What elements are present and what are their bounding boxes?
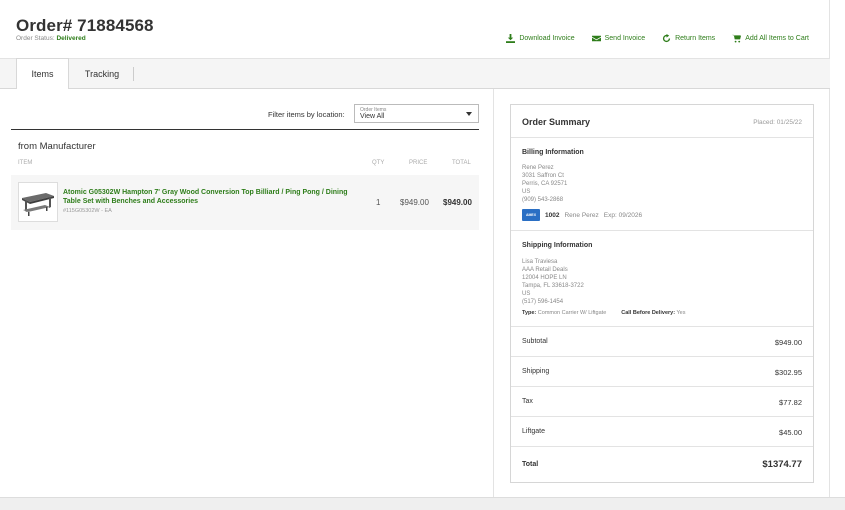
item-row: Atomic G05302W Hampton 7' Gray Wood Conv…: [11, 175, 479, 230]
total-label: Total: [522, 461, 539, 468]
divider: [11, 129, 479, 130]
envelope-icon: [591, 35, 601, 42]
billing-phone: (909) 543-2868: [522, 197, 564, 203]
payment-card: AMEX 1002 Rene Perez Exp: 09/2026: [522, 209, 642, 221]
shipping-name: Lisa Traviesa: [522, 259, 558, 265]
download-invoice-label: Download Invoice: [519, 35, 575, 42]
tab-divider: [133, 67, 134, 81]
column-header-qty: QTY: [372, 160, 385, 166]
summary-title: Order Summary: [522, 117, 591, 127]
liftgate-label: Liftgate: [522, 428, 545, 435]
shipping-city: Tampa, FL 33618-3722: [522, 283, 584, 289]
shipping-type: Type: Common Carrier W/ Liftgate: [522, 310, 607, 316]
shipping-info: Shipping Information Lisa Traviesa AAA R…: [511, 231, 813, 327]
shipping-address: Lisa Traviesa AAA Retail Deals 12004 HOP…: [522, 258, 584, 306]
subtotal-value: $949.00: [774, 338, 802, 347]
shipping-value: $302.95: [774, 368, 802, 377]
table-image: [22, 193, 54, 216]
subtotal-label: Subtotal: [522, 338, 548, 345]
download-icon: [506, 34, 516, 43]
card-exp: Exp: 09/2026: [603, 211, 643, 219]
return-icon: [663, 34, 671, 43]
return-items-link[interactable]: Return Items: [662, 34, 715, 43]
billing-address: Rene Perez 3031 Saffron Ct Perris, CA 92…: [522, 164, 567, 204]
tax-row: Tax $77.82: [511, 387, 813, 417]
subtotal-row: Subtotal $949.00: [511, 327, 813, 357]
page-footer-gutter: [0, 497, 845, 510]
filter-select-value: View All: [360, 113, 385, 120]
shipping-title: Shipping Information: [522, 242, 593, 249]
cart-icon: [732, 34, 742, 43]
product-sku: #115G05302W - EA: [63, 208, 112, 214]
shipping-label: Shipping: [522, 368, 550, 375]
item-price: $949.00: [400, 198, 429, 207]
card-holder: Rene Perez: [564, 211, 599, 219]
billing-info: Billing Information Rene Perez 3031 Saff…: [511, 138, 813, 231]
product-thumbnail[interactable]: [18, 182, 58, 222]
shipping-meta: Type: Common Carrier W/ Liftgate Call Be…: [522, 310, 686, 316]
tax-value: $77.82: [779, 398, 802, 407]
order-summary: Order Summary Placed: 01/25/22 Billing I…: [510, 104, 814, 483]
add-all-to-cart-link[interactable]: Add All Items to Cart: [732, 34, 809, 43]
tab-items[interactable]: Items: [16, 58, 69, 90]
shipping-phone: (517) 596-1454: [522, 299, 564, 305]
tab-tracking[interactable]: Tracking: [70, 58, 134, 90]
section-title: from Manufacturer: [18, 141, 96, 152]
shipping-row: Shipping $302.95: [511, 357, 813, 387]
summary-header: Order Summary Placed: 01/25/22: [511, 105, 813, 138]
order-page: Order# 71884568 Order Status: Delivered …: [0, 0, 830, 497]
tab-bar: Items Tracking: [0, 58, 830, 90]
items-panel: Filter items by location: Order Items Vi…: [0, 89, 494, 497]
product-name-link[interactable]: Atomic G05302W Hampton 7' Gray Wood Conv…: [63, 188, 363, 206]
billing-country: US: [522, 189, 531, 195]
caret-down-icon: [466, 112, 472, 116]
billing-street: 3031 Saffron Ct: [522, 173, 564, 179]
column-header-price: PRICE: [409, 160, 428, 166]
order-title: Order# 71884568: [16, 16, 154, 35]
filter-label: Filter items by location:: [268, 110, 345, 119]
billing-name: Rene Perez: [522, 165, 554, 171]
shipping-street: 12004 HOPE LN: [522, 275, 567, 281]
order-status-value: Delivered: [56, 35, 86, 42]
card-last4: 1002: [545, 211, 560, 219]
order-status: Order Status: Delivered: [16, 35, 86, 42]
add-all-to-cart-label: Add All Items to Cart: [745, 35, 809, 42]
order-status-label: Order Status:: [16, 35, 55, 42]
send-invoice-label: Send Invoice: [604, 35, 646, 42]
call-before-delivery: Call Before Delivery: Yes: [621, 310, 686, 316]
location-filter-select[interactable]: Order Items View All: [354, 104, 479, 123]
credit-card-icon: AMEX: [522, 209, 540, 221]
send-invoice-link[interactable]: Send Invoice: [591, 34, 646, 43]
column-header-total: TOTAL: [452, 160, 471, 166]
liftgate-value: $45.00: [779, 428, 802, 437]
billing-title: Billing Information: [522, 149, 584, 156]
total-row: Total $1374.77: [511, 447, 813, 481]
shipping-country: US: [522, 291, 531, 297]
liftgate-row: Liftgate $45.00: [511, 417, 813, 447]
tax-label: Tax: [522, 398, 533, 405]
download-invoice-link[interactable]: Download Invoice: [506, 34, 575, 43]
total-value: $1374.77: [762, 459, 802, 470]
return-items-label: Return Items: [675, 35, 716, 42]
placed-date: Placed: 01/25/22: [753, 119, 802, 126]
billing-city: Perris, CA 92571: [522, 181, 568, 187]
order-actions: Download Invoice Send Invoice Return Ite…: [506, 34, 809, 43]
item-total: $949.00: [443, 198, 472, 207]
shipping-company: AAA Retail Deals: [522, 267, 568, 273]
item-qty: 1: [376, 198, 381, 207]
column-header-item: ITEM: [18, 160, 33, 166]
